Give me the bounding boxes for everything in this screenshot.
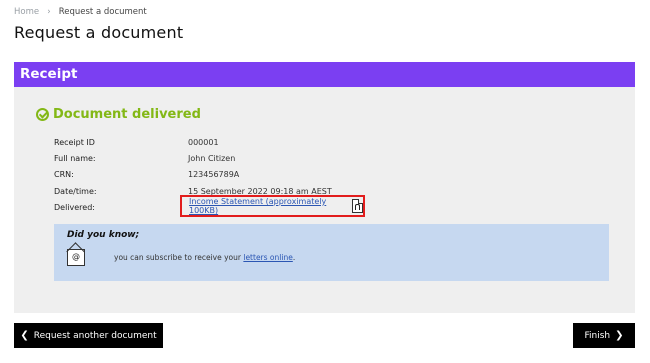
detail-row-crn: CRN: 123456789A [54, 167, 332, 183]
detail-label: Receipt ID [54, 137, 95, 147]
breadcrumb: Home › Request a document [14, 7, 147, 17]
detail-value: 123456789A [188, 170, 240, 180]
delivered-document-highlight: Income Statement (approximately 100KB) [180, 195, 365, 217]
page-title: Request a document [14, 23, 184, 42]
finish-button[interactable]: Finish ❯ [573, 323, 635, 348]
info-text: you can subscribe to receive your letter… [114, 253, 295, 262]
detail-label: Delivered: [54, 202, 95, 212]
detail-label: CRN: [54, 170, 74, 180]
detail-row-full-name: Full name: John Citizen [54, 150, 332, 166]
request-another-document-button[interactable]: ❮ Request another document [14, 323, 163, 348]
info-text-before: you can subscribe to receive your [114, 253, 244, 262]
pdf-icon[interactable] [352, 199, 363, 213]
did-you-know-box: Did you know; @ you can subscribe to rec… [54, 224, 609, 281]
back-button-label: Request another document [33, 330, 157, 341]
finish-button-label: Finish [584, 330, 611, 341]
detail-value: John Citizen [188, 153, 236, 163]
check-circle-icon [36, 108, 49, 121]
info-text-after: . [292, 253, 296, 262]
breadcrumb-separator-icon: › [47, 7, 51, 17]
status-title: Document delivered [36, 107, 201, 122]
breadcrumb-current: Request a document [58, 7, 147, 17]
chevron-right-icon: ❯ [615, 330, 624, 341]
detail-row-receipt-id: Receipt ID 000001 [54, 134, 332, 150]
breadcrumb-home-link[interactable]: Home [14, 7, 39, 17]
info-title: Did you know; [67, 230, 140, 240]
income-statement-link[interactable]: Income Statement (approximately 100KB) [189, 197, 350, 215]
status-title-text: Document delivered [53, 107, 201, 122]
detail-label: Date/time: [54, 186, 97, 196]
receipt-panel: Document delivered Receipt ID 000001 Ful… [14, 87, 635, 313]
letters-online-link[interactable]: letters online [243, 253, 292, 262]
mail-icon: @ [67, 249, 85, 266]
detail-label: Full name: [54, 153, 96, 163]
chevron-left-icon: ❮ [20, 330, 29, 341]
receipt-header: Receipt [14, 62, 635, 87]
detail-value: 000001 [188, 137, 219, 147]
